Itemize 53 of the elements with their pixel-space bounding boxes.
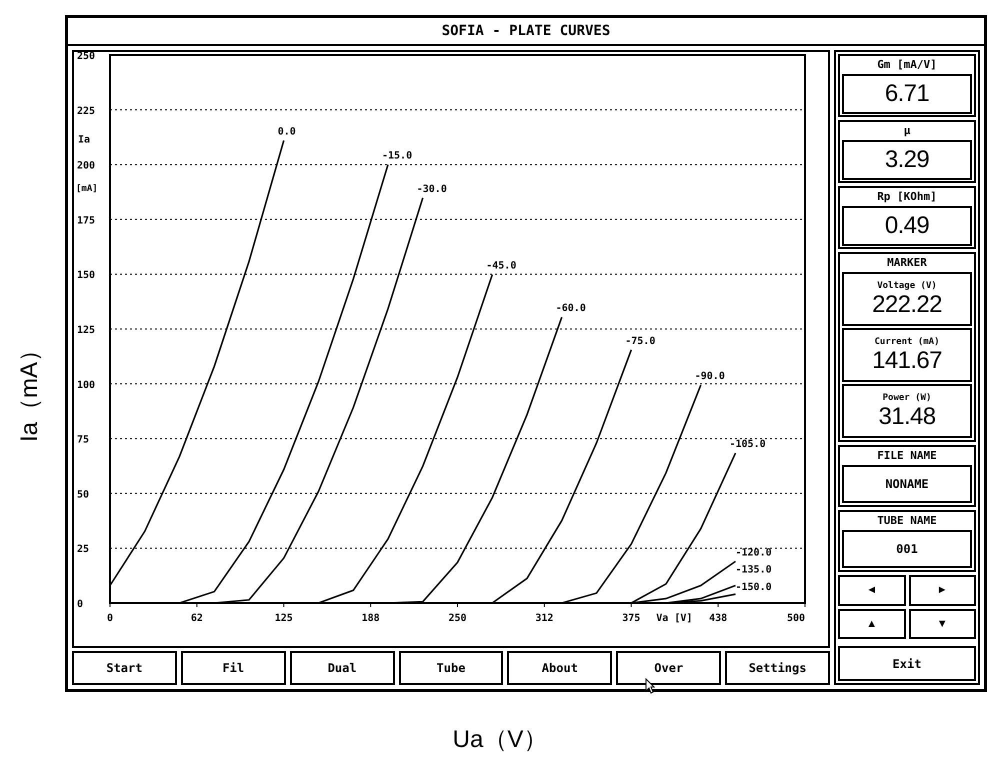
value-display: 6.71 xyxy=(842,74,972,114)
axis-tick-label: 225 xyxy=(77,106,96,117)
panel-label: Gm [mA/V] xyxy=(877,58,937,72)
axis-tick-label: 62 xyxy=(190,613,203,624)
curve-label: -135.0 xyxy=(736,564,772,576)
axis-tick-label: 188 xyxy=(362,613,380,624)
axis-tick-label: 500 xyxy=(786,613,805,624)
axis-tick-label: 0 xyxy=(106,613,114,624)
value-display: NONAME xyxy=(842,465,972,503)
panel-label: μ xyxy=(904,124,910,138)
axis-tick-label: 25 xyxy=(77,544,90,556)
curve-label: -45.0 xyxy=(486,260,516,272)
curve-label: -60.0 xyxy=(556,303,586,314)
axis-label: Ia xyxy=(78,134,90,146)
axis-tick-label: 200 xyxy=(77,160,96,172)
curve-label: -15.0 xyxy=(382,150,412,162)
field-label: Power (W) xyxy=(882,392,932,404)
axis-tick-label: 375 xyxy=(622,613,640,624)
axis-tick-label: 438 xyxy=(709,613,728,624)
value-display: 001 xyxy=(842,530,972,568)
axis-tick-label: 125 xyxy=(77,325,96,336)
field-value: 31.48 xyxy=(878,404,936,430)
field-value: 141.67 xyxy=(872,348,942,374)
panel-label: MARKER xyxy=(887,256,927,270)
axis-label: [mA] xyxy=(76,184,98,194)
curve-label: -150.0 xyxy=(736,582,772,594)
axis-tick-label: 175 xyxy=(77,215,96,226)
axis-title: Ia（mA） xyxy=(15,338,44,442)
axis-tick-label: 125 xyxy=(274,613,293,624)
curve-label: -30.0 xyxy=(416,184,447,195)
axis-tick-label: 50 xyxy=(77,489,90,500)
axis-label: Va [V] xyxy=(656,613,692,624)
axis-tick-label: 75 xyxy=(77,434,90,446)
field-value: 222.22 xyxy=(872,292,942,318)
curve-label: -120.0 xyxy=(736,547,772,558)
window-title: SOFIA - PLATE CURVES xyxy=(442,22,610,40)
axis-title: Ua（V） xyxy=(452,725,548,755)
value-display: 0.49 xyxy=(842,206,972,246)
axis-tick-label: 100 xyxy=(77,380,96,391)
field-label: Voltage (V) xyxy=(877,280,937,292)
axis-tick-label: 0 xyxy=(77,599,84,610)
axis-tick-label: 250 xyxy=(448,613,467,624)
panel-label: FILE NAME xyxy=(877,449,937,463)
curve-label: 0.0 xyxy=(278,126,296,138)
field-label: Current (mA) xyxy=(874,336,940,348)
panel-label: TUBE NAME xyxy=(877,514,937,528)
axis-tick-label: 150 xyxy=(77,270,96,282)
curve-label: -90.0 xyxy=(694,371,725,382)
panel-label: Rp [KOhm] xyxy=(877,190,937,204)
value-display: 3.29 xyxy=(842,140,972,180)
curve-label: -105.0 xyxy=(730,439,766,450)
axis-tick-label: 312 xyxy=(535,613,554,624)
curve-label: -75.0 xyxy=(625,336,656,347)
